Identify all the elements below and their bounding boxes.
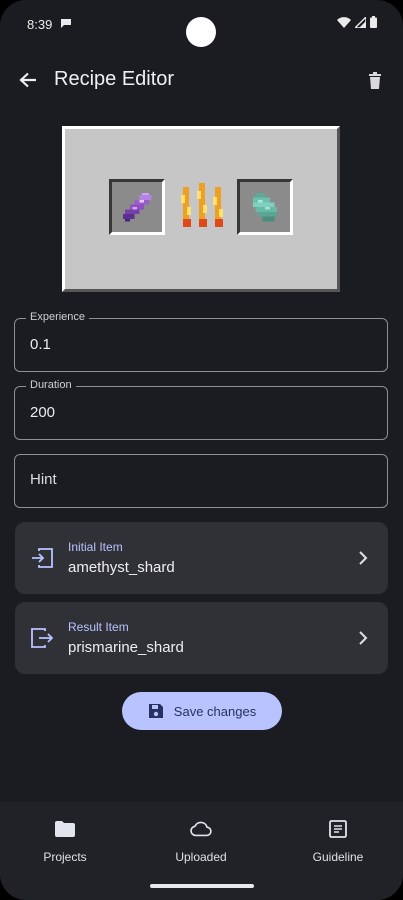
experience-label: Experience bbox=[26, 311, 90, 323]
initial-item-value: amethyst_shard bbox=[68, 559, 175, 576]
message-icon bbox=[61, 19, 71, 28]
hint-input[interactable] bbox=[30, 471, 370, 488]
save-icon bbox=[148, 704, 163, 718]
duration-label: Duration bbox=[26, 379, 76, 391]
nav-item-projects[interactable]: Projects bbox=[10, 818, 120, 864]
experience-field[interactable]: Experience 0.1 bbox=[14, 311, 388, 372]
input-slot[interactable] bbox=[109, 179, 165, 235]
input-icon bbox=[32, 548, 53, 568]
nav-label-guideline: Guideline bbox=[312, 850, 364, 864]
camera-cutout bbox=[186, 17, 216, 47]
duration-value[interactable]: 200 bbox=[30, 404, 370, 421]
home-indicator[interactable] bbox=[150, 884, 254, 888]
back-button[interactable] bbox=[14, 66, 42, 94]
battery-icon bbox=[370, 16, 377, 28]
initial-item-card[interactable]: Initial Item amethyst_shard bbox=[15, 522, 388, 594]
output-icon bbox=[31, 628, 53, 648]
phone-screen: 8:39 Recipe Editor Experience 0.1 Durati… bbox=[0, 0, 403, 900]
nav-label-uploaded: Uploaded bbox=[175, 850, 227, 864]
trash-icon bbox=[369, 71, 381, 89]
chevron-right-icon bbox=[359, 551, 368, 565]
nav-item-uploaded[interactable]: Uploaded bbox=[146, 818, 256, 864]
chevron-right-icon bbox=[359, 631, 368, 645]
prismarine-shard-icon bbox=[253, 192, 277, 222]
save-changes-label: Save changes bbox=[173, 703, 257, 719]
nav-label-projects: Projects bbox=[43, 850, 87, 864]
experience-value[interactable]: 0.1 bbox=[30, 336, 370, 353]
hint-field[interactable] bbox=[14, 454, 388, 508]
save-changes-button[interactable]: Save changes bbox=[122, 692, 282, 730]
top-app-bar: Recipe Editor bbox=[0, 56, 403, 104]
wifi-icon bbox=[337, 16, 351, 28]
signal-icon bbox=[355, 16, 366, 28]
initial-item-label: Initial Item bbox=[68, 540, 123, 554]
recipe-preview bbox=[62, 126, 340, 292]
status-icons bbox=[337, 16, 377, 28]
arrow-back-icon bbox=[19, 72, 36, 88]
result-item-value: prismarine_shard bbox=[68, 639, 184, 656]
duration-field[interactable]: Duration 200 bbox=[14, 379, 388, 440]
amethyst-shard-icon bbox=[122, 192, 152, 222]
result-item-label: Result Item bbox=[68, 620, 129, 634]
output-slot[interactable] bbox=[237, 179, 293, 235]
fire-icon bbox=[181, 183, 223, 227]
result-item-card[interactable]: Result Item prismarine_shard bbox=[15, 602, 388, 674]
folder-icon bbox=[54, 818, 76, 840]
document-icon bbox=[327, 818, 349, 840]
status-time: 8:39 bbox=[27, 17, 53, 32]
page-title: Recipe Editor bbox=[54, 68, 175, 90]
cloud-icon bbox=[190, 818, 212, 840]
nav-item-guideline[interactable]: Guideline bbox=[283, 818, 393, 864]
status-bar: 8:39 bbox=[0, 0, 403, 47]
delete-button[interactable] bbox=[361, 66, 389, 94]
